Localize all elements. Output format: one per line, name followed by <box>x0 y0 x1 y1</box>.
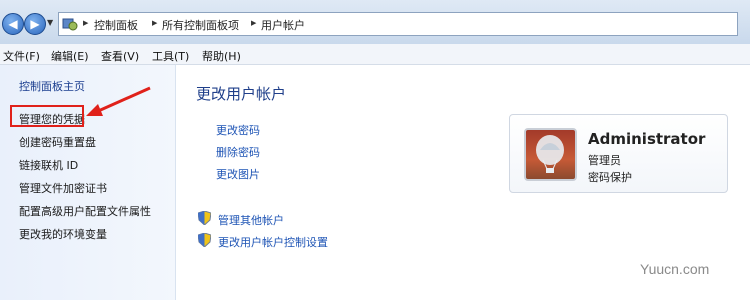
uac-shield-icon <box>198 233 211 247</box>
recent-pages-dropdown-icon[interactable]: ▼ <box>47 18 53 27</box>
breadcrumb-separator-icon[interactable]: ▶ <box>83 19 88 27</box>
remove-password-link[interactable]: 删除密码 <box>216 144 260 160</box>
breadcrumb-all-items[interactable]: 所有控制面板项 <box>162 17 239 33</box>
hot-air-balloon-icon <box>536 135 564 173</box>
breadcrumb-control-panel[interactable]: 控制面板 <box>94 17 138 33</box>
menu-file[interactable]: 文件(F) <box>3 48 40 64</box>
back-arrow-icon[interactable]: ◀ <box>2 13 24 35</box>
uac-settings-link[interactable]: 更改用户帐户控制设置 <box>218 234 328 250</box>
breadcrumb-separator-icon[interactable]: ▶ <box>251 19 256 27</box>
manage-other-accounts-link[interactable]: 管理其他帐户 <box>218 212 284 228</box>
account-card: Administrator 管理员 密码保护 <box>509 114 728 193</box>
avatar[interactable] <box>524 128 577 181</box>
sidebar: 控制面板主页 管理您的凭据 创建密码重置盘 链接联机 ID 管理文件加密证书 配… <box>0 65 176 300</box>
menu-view[interactable]: 查看(V) <box>101 48 139 64</box>
forward-arrow-icon[interactable]: ▶ <box>24 13 46 35</box>
menu-edit[interactable]: 编辑(E) <box>51 48 89 64</box>
breadcrumb-separator-icon[interactable]: ▶ <box>152 19 157 27</box>
address-bar: ◀ ▶ ▼ ▶ 控制面板 ▶ 所有控制面板项 ▶ 用户帐户 <box>0 0 750 44</box>
menu-tools[interactable]: 工具(T) <box>152 48 189 64</box>
change-picture-link[interactable]: 更改图片 <box>216 166 260 182</box>
sidebar-item-encryption-certificates[interactable]: 管理文件加密证书 <box>19 180 107 196</box>
menu-help[interactable]: 帮助(H) <box>202 48 241 64</box>
watermark: Yuucn.com <box>640 261 710 277</box>
breadcrumb-user-accounts[interactable]: 用户帐户 <box>261 17 305 33</box>
account-role: 管理员 <box>588 154 621 167</box>
address-box[interactable]: ▶ 控制面板 ▶ 所有控制面板项 ▶ 用户帐户 <box>58 12 738 36</box>
control-panel-icon <box>62 18 78 31</box>
menu-bar: 文件(F) 编辑(E) 查看(V) 工具(T) 帮助(H) <box>0 44 750 65</box>
sidebar-item-environment-variables[interactable]: 更改我的环境变量 <box>19 226 107 242</box>
sidebar-item-create-reset-disk[interactable]: 创建密码重置盘 <box>19 134 96 150</box>
sidebar-item-control-panel-home[interactable]: 控制面板主页 <box>19 78 85 94</box>
sidebar-item-link-online-id[interactable]: 链接联机 ID <box>19 157 78 173</box>
sidebar-item-advanced-profile[interactable]: 配置高级用户配置文件属性 <box>19 203 151 219</box>
page-title: 更改用户帐户 <box>196 85 287 103</box>
uac-shield-icon <box>198 211 211 225</box>
account-name: Administrator <box>588 130 706 148</box>
change-password-link[interactable]: 更改密码 <box>216 122 260 138</box>
annotation-highlight-box <box>10 105 84 127</box>
account-status: 密码保护 <box>588 171 632 184</box>
